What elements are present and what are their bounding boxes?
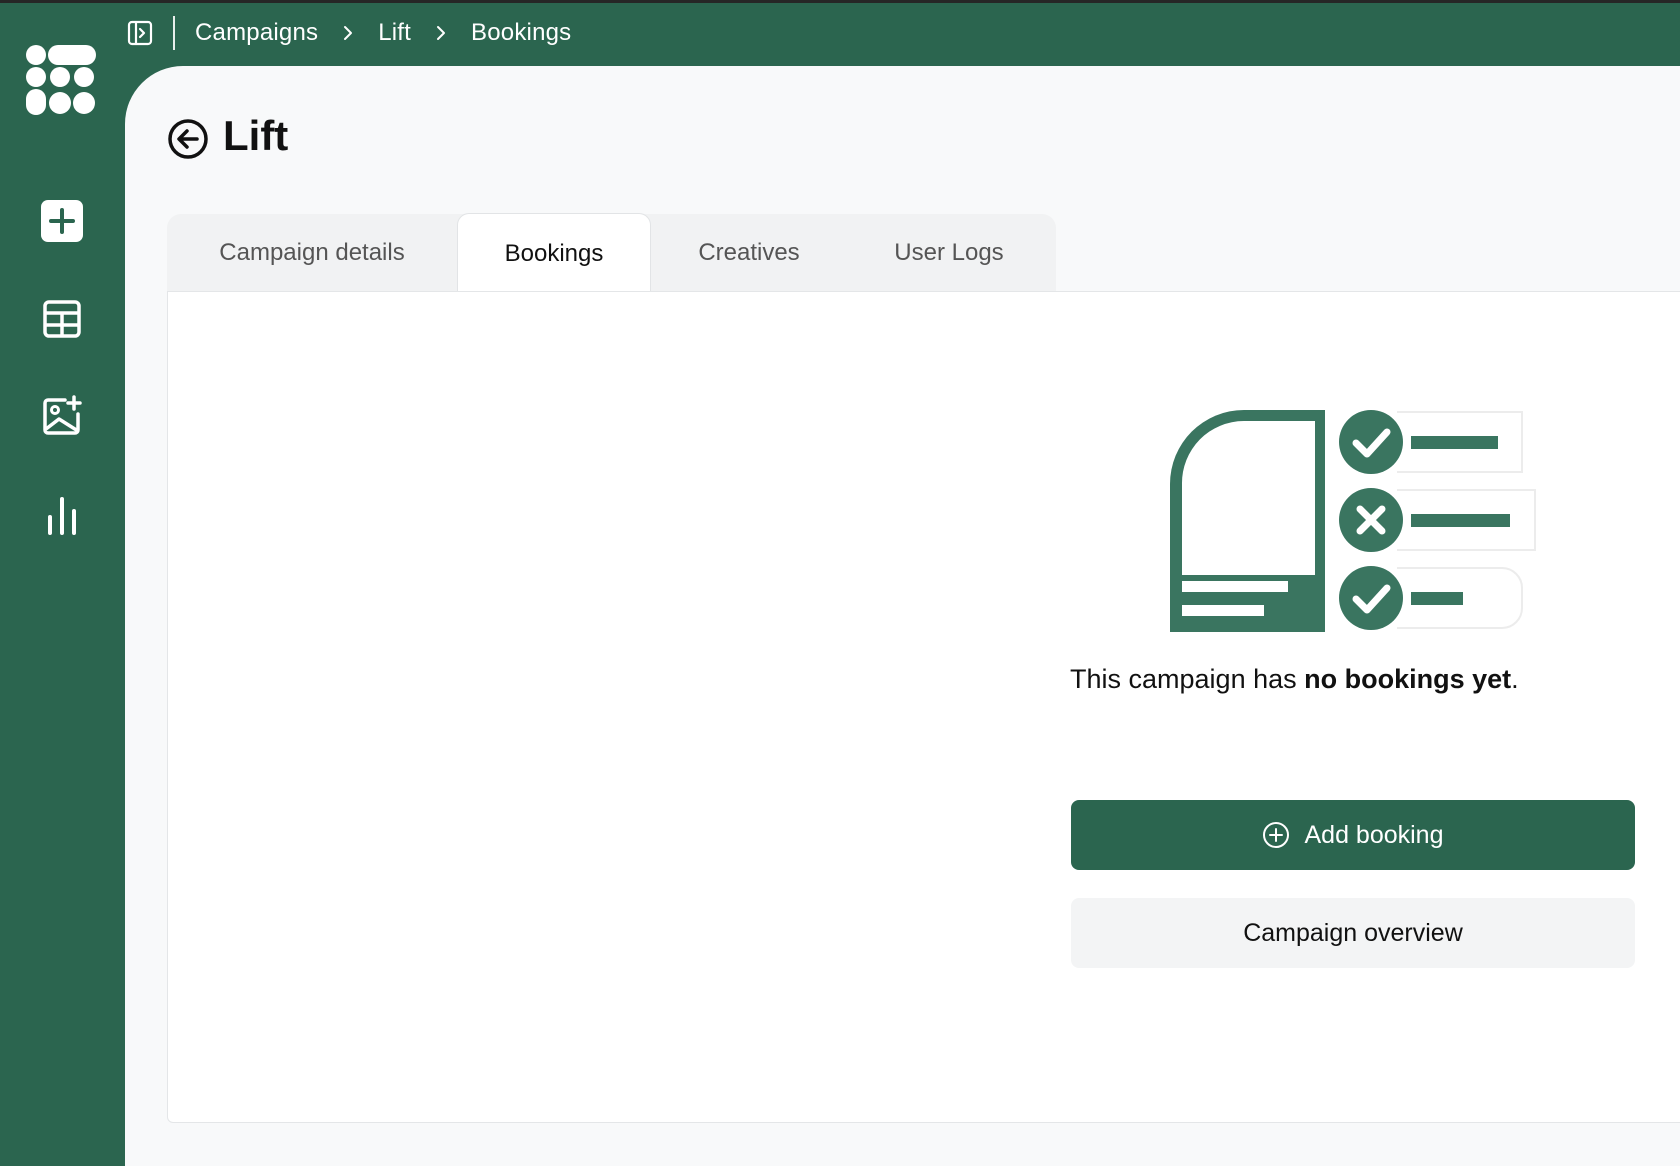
sidebar (0, 0, 125, 1132)
empty-bookings-illustration (1170, 410, 1536, 632)
breadcrumb-bookings: Bookings (471, 19, 572, 46)
chevron-right-icon (342, 25, 354, 41)
tab-user-logs[interactable]: User Logs (849, 214, 1049, 292)
topbar-divider (173, 16, 175, 50)
sidebar-toggle-button[interactable] (127, 20, 153, 46)
add-booking-button[interactable]: Add booking (1071, 800, 1635, 870)
empty-state-suffix: . (1511, 664, 1519, 694)
empty-state-message: This campaign has no bookings yet. (1070, 664, 1670, 695)
image-add-icon (43, 395, 82, 435)
breadcrumb-lift[interactable]: Lift (378, 19, 411, 47)
top-bar: Campaigns Lift Bookings (125, 0, 1680, 66)
brand-logo-icon (26, 45, 96, 115)
tab-creatives[interactable]: Creatives (649, 214, 849, 292)
campaign-overview-label: Campaign overview (1243, 918, 1463, 947)
empty-state-prefix: This campaign has (1070, 664, 1305, 694)
creatives-button[interactable] (37, 391, 87, 441)
tab-bookings[interactable]: Bookings (457, 213, 651, 294)
new-campaign-button[interactable] (37, 196, 87, 246)
campaign-overview-button[interactable]: Campaign overview (1071, 898, 1635, 968)
back-arrow-icon[interactable] (167, 118, 209, 160)
tab-bar: Campaign details Bookings Creatives User… (167, 213, 1056, 294)
plus-square-icon (41, 200, 83, 242)
tab-campaign-details[interactable]: Campaign details (167, 214, 457, 292)
breadcrumb-campaigns[interactable]: Campaigns (195, 19, 318, 47)
add-booking-label: Add booking (1304, 820, 1444, 849)
chevron-right-icon (435, 25, 447, 41)
table-icon (43, 300, 81, 338)
bar-chart-icon (48, 497, 76, 535)
campaigns-table-button[interactable] (37, 294, 87, 344)
analytics-button[interactable] (37, 490, 87, 540)
page-title: Lift (223, 112, 289, 159)
empty-state-emphasis: no bookings yet (1304, 664, 1512, 694)
plus-circle-icon (1263, 822, 1290, 848)
sidebar-panel-icon (127, 20, 153, 46)
